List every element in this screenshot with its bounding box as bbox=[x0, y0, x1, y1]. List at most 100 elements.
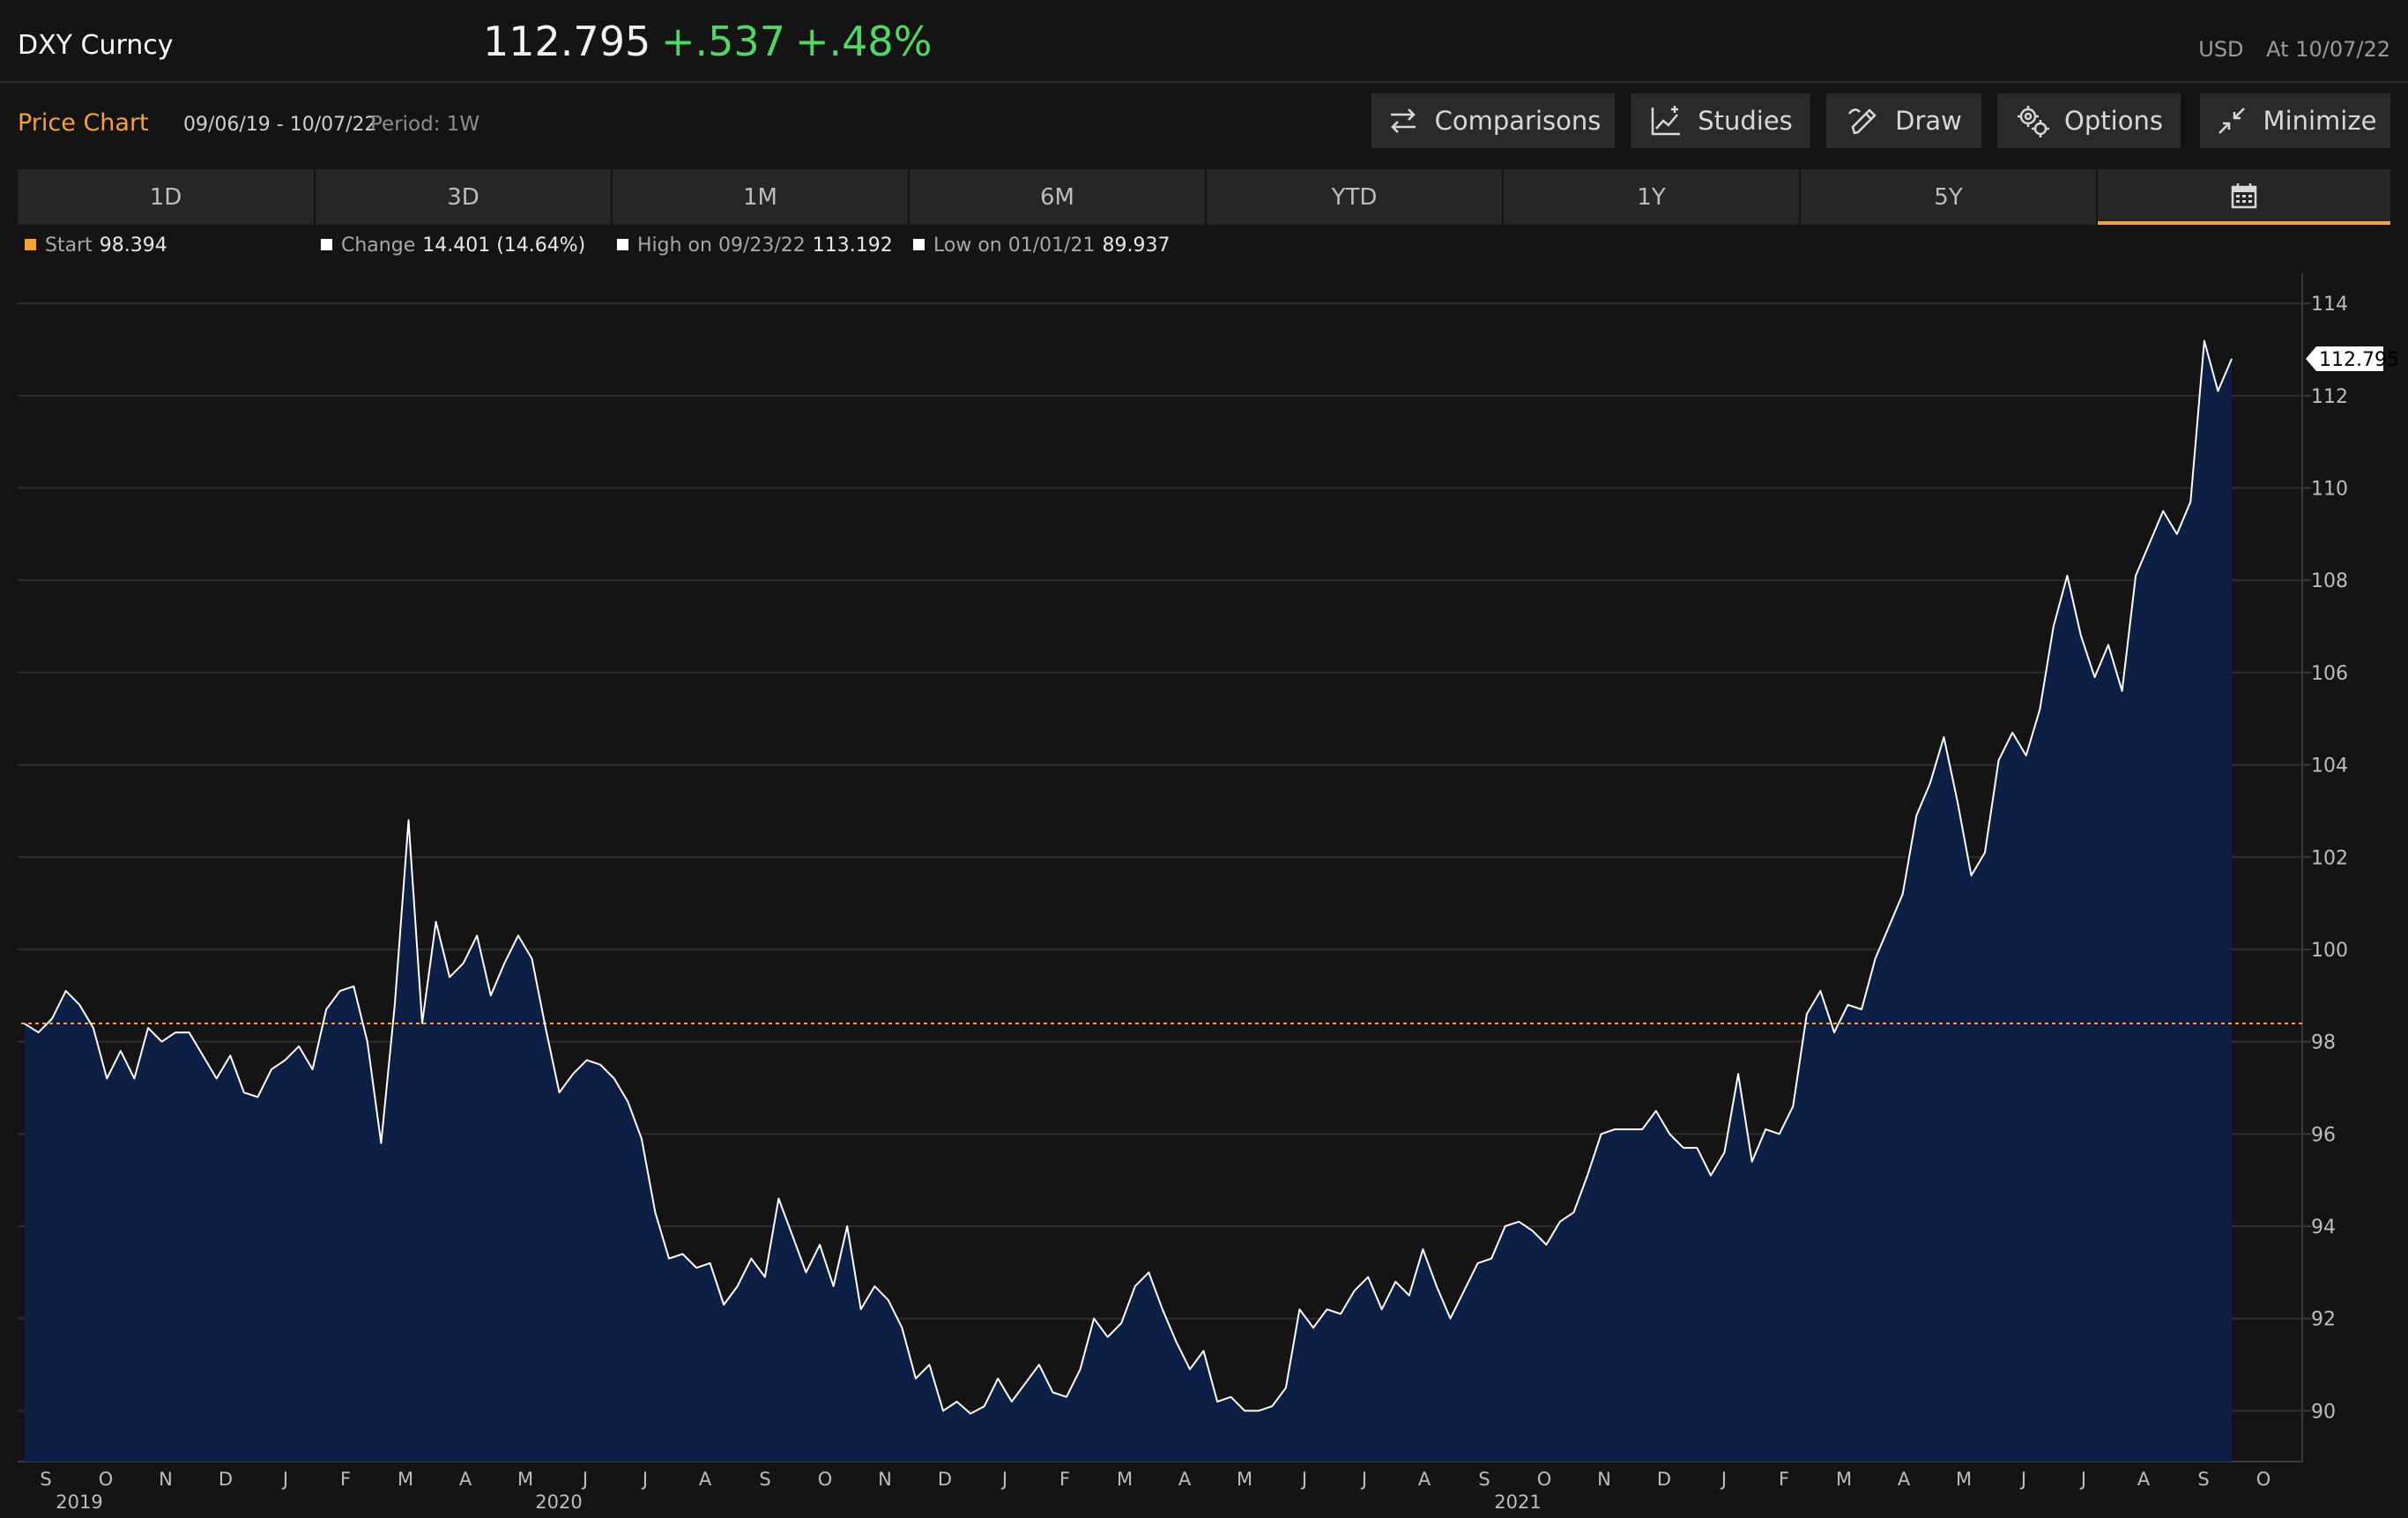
x-month-label: N bbox=[159, 1469, 173, 1490]
legend-high: High on 09/23/22 113.192 bbox=[617, 234, 893, 257]
legend-change-label: Change bbox=[341, 234, 416, 257]
quote-meta: USD At 10/07/22 bbox=[2182, 37, 2390, 62]
x-month-label: J bbox=[1360, 1469, 1367, 1490]
x-month-label: N bbox=[1597, 1469, 1611, 1490]
y-tick-label: 112 bbox=[2311, 386, 2348, 408]
chart-title: Price Chart bbox=[18, 109, 149, 137]
date-range: 09/06/19 - 10/07/22 bbox=[183, 114, 377, 136]
range-selector: 1D 3D 1M 6M YTD 1Y 5Y bbox=[18, 169, 2390, 225]
swap-arrows-icon bbox=[1390, 108, 1416, 133]
low-swatch bbox=[913, 239, 925, 250]
x-month-label: F bbox=[1779, 1469, 1789, 1490]
options-label: Options bbox=[2064, 106, 2163, 136]
legend-low: Low on 01/01/21 89.937 bbox=[913, 234, 1171, 257]
x-month-label: A bbox=[1418, 1469, 1431, 1490]
x-month-label: S bbox=[2197, 1469, 2209, 1490]
minimize-button[interactable]: Minimize bbox=[2200, 93, 2390, 148]
x-month-label: M bbox=[1117, 1469, 1133, 1490]
range-5y-button[interactable]: 5Y bbox=[1801, 169, 2096, 225]
range-6m-button[interactable]: 6M bbox=[910, 169, 1205, 225]
range-ytd-button[interactable]: YTD bbox=[1207, 169, 1502, 225]
y-tick-label: 100 bbox=[2311, 940, 2348, 962]
y-tick-label: 110 bbox=[2311, 479, 2348, 501]
x-month-label: O bbox=[99, 1469, 114, 1490]
quote-header: DXY Curncy 112.795 +.537 +.48% USD At 10… bbox=[0, 0, 2408, 83]
x-month-label: M bbox=[1956, 1469, 1972, 1490]
x-month-label: F bbox=[340, 1469, 351, 1490]
legend-change: Change 14.401 (14.64%) bbox=[321, 234, 585, 257]
x-month-label: J bbox=[2019, 1469, 2026, 1490]
legend-low-label: Low on 01/01/21 bbox=[933, 234, 1096, 257]
comparisons-label: Comparisons bbox=[1434, 106, 1602, 136]
x-month-label: S bbox=[1478, 1469, 1490, 1490]
x-month-label: A bbox=[1178, 1469, 1192, 1490]
legend-low-value: 89.937 bbox=[1102, 234, 1171, 257]
x-month-label: J bbox=[2079, 1469, 2086, 1490]
percent-change: +.48% bbox=[795, 18, 933, 65]
legend-high-value: 113.192 bbox=[812, 234, 893, 257]
x-month-label: O bbox=[2256, 1469, 2271, 1490]
price-chart[interactable]: 90 92 94 96 98 100 102 104 106 108 110 112 114 112.79… bbox=[0, 264, 2408, 1518]
x-month-label: D bbox=[938, 1469, 952, 1490]
x-month-label: F bbox=[1059, 1469, 1070, 1490]
x-month-label: S bbox=[40, 1469, 51, 1490]
x-month-label: M bbox=[517, 1469, 533, 1490]
price-area-fill bbox=[25, 340, 2232, 1462]
x-year-label: 2019 bbox=[56, 1492, 102, 1513]
x-month-label: A bbox=[1898, 1469, 1911, 1490]
y-tick-label: 90 bbox=[2311, 1401, 2336, 1423]
y-tick-label: 96 bbox=[2311, 1124, 2336, 1146]
calendar-icon bbox=[2231, 182, 2257, 208]
period-label: Period: 1W bbox=[370, 113, 480, 136]
options-button[interactable]: Options bbox=[1997, 93, 2181, 148]
range-1m-button[interactable]: 1M bbox=[613, 169, 908, 225]
comparisons-button[interactable]: Comparisons bbox=[1371, 93, 1615, 148]
y-tick-label: 104 bbox=[2311, 755, 2348, 778]
x-month-label: O bbox=[1537, 1469, 1552, 1490]
x-month-label: A bbox=[699, 1469, 712, 1490]
x-year-label: 2021 bbox=[1494, 1492, 1541, 1513]
gears-icon bbox=[2018, 106, 2050, 138]
y-tick-label: 98 bbox=[2311, 1032, 2336, 1054]
change-swatch bbox=[321, 239, 332, 250]
draw-button[interactable]: Draw bbox=[1826, 93, 1981, 148]
y-tick-label: 106 bbox=[2311, 663, 2348, 685]
x-month-label: J bbox=[1300, 1469, 1307, 1490]
x-year-label: 2020 bbox=[535, 1492, 582, 1513]
range-1d-button[interactable]: 1D bbox=[18, 169, 314, 225]
y-tick-label: 92 bbox=[2311, 1309, 2336, 1331]
ticker-symbol: DXY Curncy bbox=[18, 30, 174, 61]
studies-button[interactable]: Studies bbox=[1631, 93, 1810, 148]
y-tick-label: 94 bbox=[2311, 1217, 2336, 1239]
draw-label: Draw bbox=[1895, 106, 1962, 136]
y-tick-label: 102 bbox=[2311, 847, 2348, 869]
last-price: 112.795 bbox=[483, 18, 651, 65]
x-month-label: D bbox=[1657, 1469, 1671, 1490]
x-month-label: J bbox=[281, 1469, 288, 1490]
x-month-label: M bbox=[398, 1469, 413, 1490]
studies-label: Studies bbox=[1698, 106, 1793, 136]
range-1y-button[interactable]: 1Y bbox=[1504, 169, 1799, 225]
x-month-label: O bbox=[818, 1469, 833, 1490]
x-month-label: D bbox=[219, 1469, 233, 1490]
legend-start-value: 98.394 bbox=[99, 234, 167, 257]
legend-start-label: Start bbox=[45, 234, 93, 257]
x-month-label: J bbox=[641, 1469, 648, 1490]
y-tick-label: 114 bbox=[2311, 294, 2348, 316]
x-month-label: J bbox=[581, 1469, 588, 1490]
range-3d-button[interactable]: 3D bbox=[316, 169, 611, 225]
x-month-label: M bbox=[1836, 1469, 1852, 1490]
currency-label: USD bbox=[2198, 37, 2244, 62]
x-month-label: A bbox=[459, 1469, 472, 1490]
custom-range-button[interactable] bbox=[2098, 169, 2390, 225]
line-chart-plus-icon bbox=[1651, 106, 1681, 136]
high-swatch bbox=[617, 239, 628, 250]
x-month-label: A bbox=[2137, 1469, 2151, 1490]
x-month-label: N bbox=[878, 1469, 892, 1490]
minimize-arrows-icon bbox=[2218, 108, 2245, 134]
x-month-label: J bbox=[1000, 1469, 1007, 1490]
x-month-label: S bbox=[759, 1469, 770, 1490]
start-swatch bbox=[25, 239, 36, 250]
pencil-icon bbox=[1848, 108, 1877, 135]
legend-start: Start 98.394 bbox=[25, 234, 167, 257]
